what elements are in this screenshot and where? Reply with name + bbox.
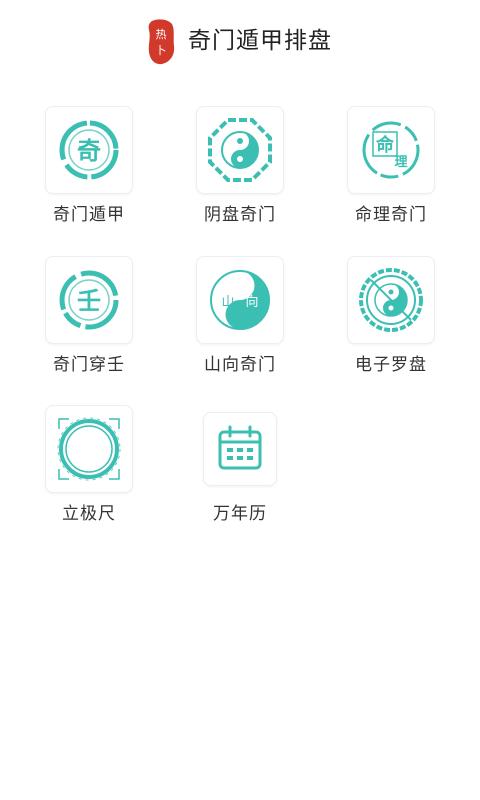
ren-seal-icon: 壬 — [59, 270, 119, 330]
tile-mingli-qimen[interactable]: 命 理 命理奇门 — [318, 107, 468, 247]
calendar-icon — [218, 425, 262, 470]
logo-text-1: 热 — [156, 28, 167, 41]
seal-glyph-1: 命 — [376, 134, 395, 156]
compass-icon — [359, 268, 423, 332]
tile-label: 山向奇门 — [204, 355, 276, 375]
seal-glyph: 奇 — [77, 137, 101, 165]
tile-icon-box[interactable] — [46, 406, 132, 492]
tile-label: 万年历 — [213, 504, 267, 524]
tile-shanxiang-qimen[interactable]: 山 向 山向奇门 — [167, 257, 317, 397]
tile-label: 电子罗盘 — [355, 355, 427, 375]
yin-yang-glyph-2: 向 — [245, 294, 258, 310]
yin-yang-glyph-1: 山 — [221, 295, 234, 310]
tile-label: 立极尺 — [62, 504, 116, 524]
page-title: 奇门遁甲排盘 — [188, 28, 332, 54]
tile-label: 命理奇门 — [355, 205, 427, 225]
tile-label: 奇门遁甲 — [53, 205, 125, 225]
tile-compass[interactable]: 电子罗盘 — [318, 257, 468, 397]
shanxiang-yin-yang-icon: 山 向 — [210, 270, 270, 330]
tile-icon-box[interactable] — [348, 257, 434, 343]
qi-seal-icon: 奇 — [59, 120, 119, 180]
tile-yinpan-qimen[interactable]: 阴盘奇门 — [167, 107, 317, 247]
seal-glyph-2: 理 — [394, 155, 407, 170]
tile-label: 阴盘奇门 — [204, 205, 276, 225]
tile-icon-box[interactable]: 命 理 — [348, 107, 434, 193]
app-logo-icon: 热 卜 — [148, 19, 175, 65]
tile-label: 奇门穿壬 — [53, 355, 125, 375]
tile-liji-ruler[interactable]: 立极尺 — [16, 406, 166, 546]
tile-qimen-chuanren[interactable]: 壬 奇门穿壬 — [16, 257, 166, 397]
seal-glyph: 壬 — [77, 287, 101, 315]
ring-ruler-icon — [57, 417, 121, 481]
tile-calendar[interactable]: 万年历 — [167, 406, 317, 546]
tile-icon-box[interactable]: 奇 — [46, 107, 132, 193]
logo-text-2: 卜 — [156, 44, 167, 57]
tile-icon-box[interactable] — [197, 107, 283, 193]
mingli-seal-icon: 命 理 — [362, 121, 420, 179]
yin-yang-octagon-icon — [208, 118, 272, 182]
tile-icon-box[interactable]: 山 向 — [197, 257, 283, 343]
tile-qimen-dunjia[interactable]: 奇 奇门遁甲 — [16, 107, 166, 247]
app-header: 热 卜 奇门遁甲排盘 — [0, 16, 480, 68]
tile-icon-box[interactable]: 壬 — [46, 257, 132, 343]
tile-icon-box[interactable] — [204, 413, 276, 485]
